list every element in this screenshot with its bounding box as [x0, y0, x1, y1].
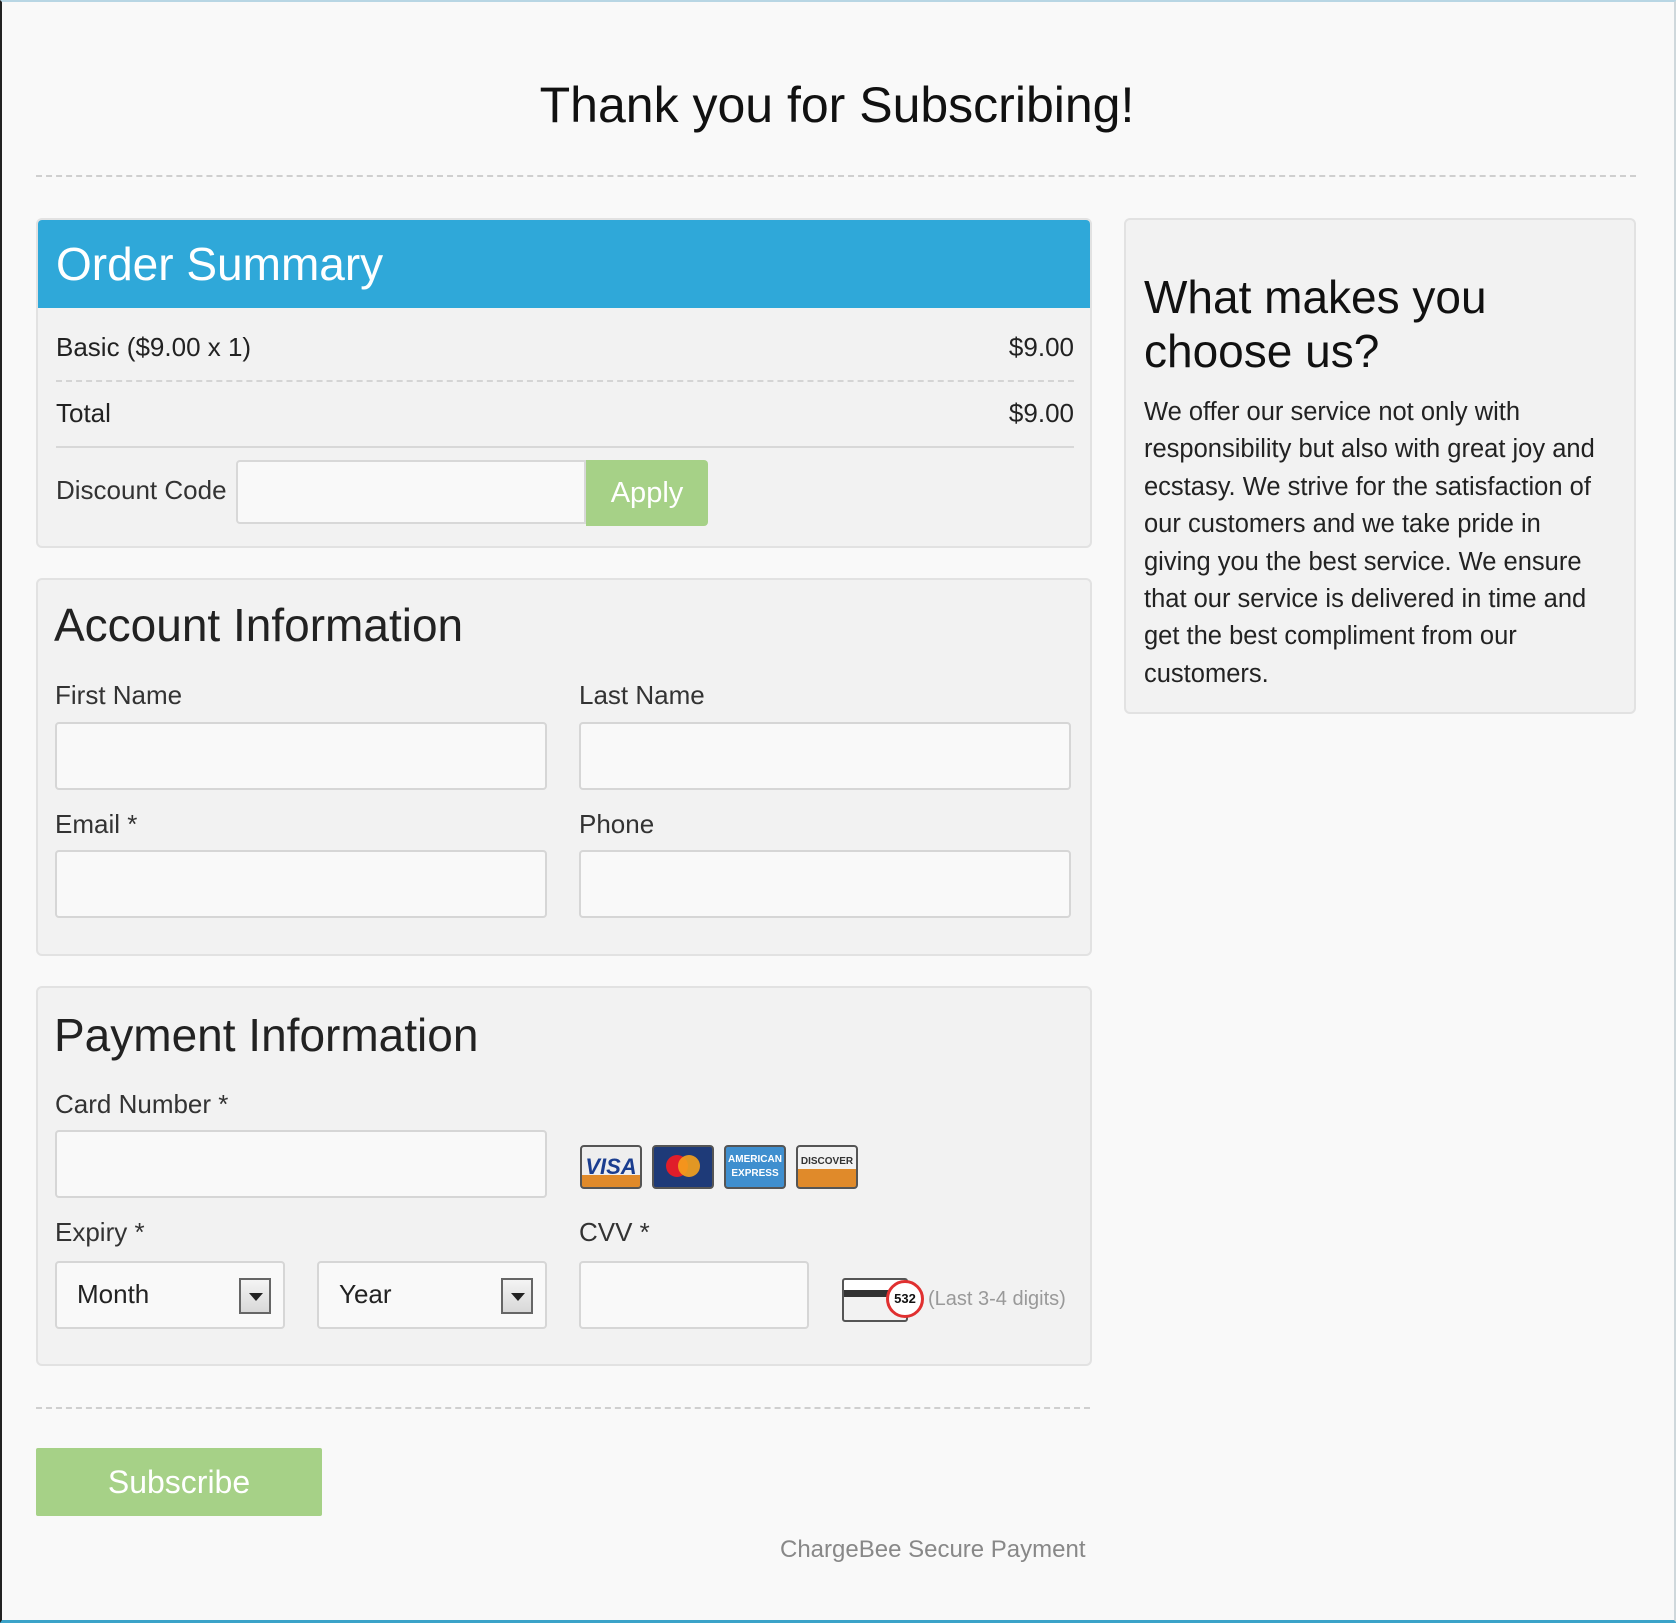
why-choose-us-heading: What makes you choose us? [1144, 271, 1487, 377]
discount-code-label: Discount Code [56, 475, 227, 505]
email-field[interactable] [55, 850, 547, 918]
expiry-label: Expiry * [55, 1217, 145, 1247]
select-arrow-icon [501, 1278, 533, 1314]
phone-label: Phone [579, 809, 655, 839]
discount-code-input[interactable] [236, 460, 586, 524]
apply-discount-button[interactable]: Apply [586, 460, 708, 526]
cvv-hint: (Last 3-4 digits) [928, 1288, 1066, 1310]
card-number-label: Card Number * [55, 1089, 229, 1119]
discover-card-icon: DISCOVER [796, 1145, 858, 1189]
visa-card-icon: VISA [580, 1145, 642, 1189]
cvv-field[interactable] [579, 1261, 809, 1329]
last-name-label: Last Name [579, 680, 705, 710]
phone-field[interactable] [579, 850, 1071, 918]
payment-information-heading: Payment Information [54, 1009, 479, 1061]
expiry-year-select[interactable]: Year [317, 1261, 547, 1329]
card-number-field[interactable] [55, 1130, 547, 1198]
secure-payment-note: ChargeBee Secure Payment [780, 1536, 1086, 1563]
expiry-year-value: Year [339, 1279, 392, 1309]
amex-card-icon: AMERICAN EXPRESS [724, 1145, 786, 1189]
subscribe-button[interactable]: Subscribe [36, 1448, 322, 1516]
total-divider [56, 446, 1074, 448]
expiry-month-value: Month [77, 1279, 150, 1309]
order-divider [56, 380, 1074, 382]
order-summary-heading: Order Summary [38, 220, 1090, 308]
first-name-label: First Name [55, 680, 183, 710]
why-choose-us-panel: What makes you choose us? We offer our s… [1124, 218, 1636, 714]
mastercard-icon [652, 1145, 714, 1189]
cvv-label: CVV * [579, 1217, 650, 1247]
order-line-item: Basic ($9.00 x 1) $9.00 [56, 332, 1074, 363]
total-label: Total [56, 398, 111, 428]
expiry-month-select[interactable]: Month [55, 1261, 285, 1329]
bottom-divider [36, 1407, 1090, 1409]
account-information-heading: Account Information [54, 599, 464, 651]
line-item-amount: $9.00 [1008, 332, 1074, 362]
top-divider [36, 175, 1636, 177]
total-amount: $9.00 [1008, 398, 1074, 428]
email-label: Email * [55, 809, 138, 839]
first-name-field[interactable] [55, 722, 547, 790]
page-title: Thank you for Subscribing! [539, 77, 1135, 133]
line-item-label: Basic ($9.00 x 1) [56, 332, 252, 362]
last-name-field[interactable] [579, 722, 1071, 790]
order-summary-panel: Order Summary Basic ($9.00 x 1) $9.00 To… [36, 218, 1092, 548]
order-total-row: Total $9.00 [56, 398, 1074, 429]
checkout-page: Thank you for Subscribing! Order Summary… [0, 0, 1676, 1623]
select-arrow-icon [239, 1278, 271, 1314]
cvv-sample-digits: 532 [886, 1280, 924, 1318]
why-choose-us-body: We offer our service not only with respo… [1144, 398, 1595, 688]
